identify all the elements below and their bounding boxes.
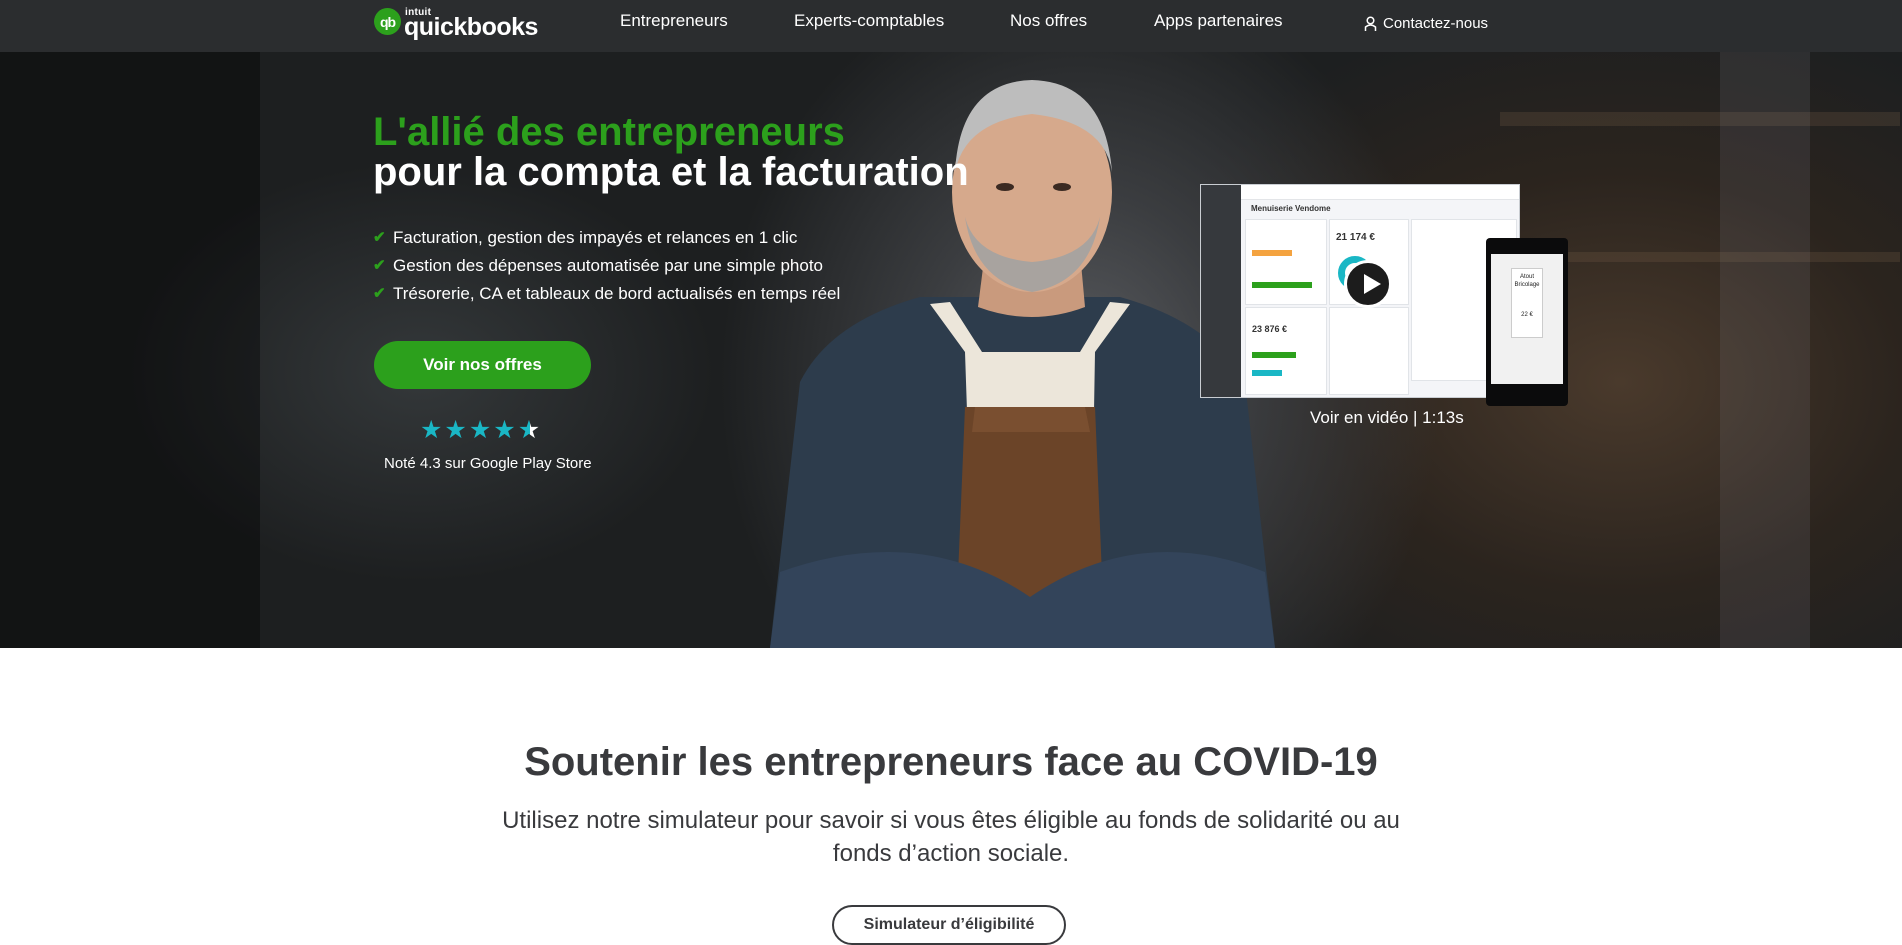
feature-item: ✔ Facturation, gestion des impayés et rel… bbox=[373, 224, 840, 252]
receipt-title: Atout Bricolage bbox=[1514, 274, 1540, 288]
receipt-image: Atout Bricolage 22 € bbox=[1511, 268, 1543, 338]
chart-bar bbox=[1252, 250, 1292, 256]
simulateur-eligibilite-button[interactable]: Simulateur d’éligibilité bbox=[832, 905, 1066, 945]
star-icon: ★ bbox=[493, 416, 516, 444]
phone-mockup: Atout Bricolage 22 € bbox=[1486, 238, 1568, 406]
qb-badge-icon: qb bbox=[374, 8, 401, 35]
hero-title-green: L'allié des entrepreneurs bbox=[373, 110, 845, 154]
feature-text: Trésorerie, CA et tableaux de bord actua… bbox=[393, 284, 841, 303]
dashboard-company: Menuiserie Vendome bbox=[1251, 204, 1331, 213]
checkmark-icon: ✔ bbox=[373, 229, 386, 246]
half-star-icon: ★ bbox=[517, 416, 541, 444]
feature-item: ✔ Gestion des dépenses automatisée par un… bbox=[373, 252, 840, 280]
rating-stars: ★ ★ ★ ★ ★ bbox=[420, 418, 540, 443]
receipt-amount: 22 € bbox=[1521, 312, 1533, 318]
feature-list: ✔ Facturation, gestion des impayés et rel… bbox=[373, 224, 840, 308]
phone-screen: Atout Bricolage 22 € bbox=[1491, 254, 1563, 384]
dashboard-card bbox=[1245, 219, 1327, 305]
contact-label: Contactez-nous bbox=[1383, 15, 1489, 32]
user-icon bbox=[1364, 15, 1377, 31]
chart-bar bbox=[1252, 370, 1282, 376]
contact-link[interactable]: Contactez-nous bbox=[1364, 15, 1488, 32]
quickbooks-logo[interactable]: qb intuit quickbooks bbox=[374, 7, 538, 43]
top-nav: qb intuit quickbooks Entrepreneurs Exper… bbox=[0, 0, 1902, 52]
feature-item: ✔ Trésorerie, CA et tableaux de bord actu… bbox=[373, 280, 840, 308]
dashboard-topbar bbox=[1241, 185, 1519, 200]
feature-text: Gestion des dépenses automatisée par une… bbox=[393, 256, 823, 275]
feature-text: Facturation, gestion des impayés et rela… bbox=[393, 228, 798, 247]
covid-section-text: Utilisez notre simulateur pour savoir si… bbox=[502, 807, 1400, 867]
chart-bar bbox=[1252, 352, 1296, 358]
checkmark-icon: ✔ bbox=[373, 285, 386, 302]
background-shade bbox=[0, 52, 260, 648]
chart-bar bbox=[1252, 282, 1312, 288]
star-icon: ★ bbox=[444, 416, 467, 444]
play-icon bbox=[1364, 274, 1381, 294]
star-icon: ★ bbox=[420, 416, 443, 444]
hero-title-white: pour la compta et la facturation bbox=[373, 150, 969, 194]
nav-link-experts-comptables[interactable]: Experts-comptables bbox=[794, 11, 944, 31]
nav-link-apps-partenaires[interactable]: Apps partenaires bbox=[1154, 11, 1283, 31]
card-amount: 21 174 € bbox=[1336, 232, 1375, 243]
dashboard-sidebar bbox=[1201, 185, 1241, 397]
background-shelf bbox=[1500, 112, 1900, 126]
nav-link-nos-offres[interactable]: Nos offres bbox=[1010, 11, 1087, 31]
checkmark-icon: ✔ bbox=[373, 257, 386, 274]
covid-section-title: Soutenir les entrepreneurs face au COVID… bbox=[524, 740, 1378, 784]
rating-text: Noté 4.3 sur Google Play Store bbox=[384, 455, 592, 472]
hero-section: L'allié des entrepreneurs pour la compta… bbox=[0, 52, 1902, 648]
background-cabinet bbox=[1720, 52, 1810, 648]
dashboard-card: 23 876 € bbox=[1245, 307, 1327, 395]
video-label[interactable]: Voir en vidéo | 1:13s bbox=[1310, 408, 1464, 428]
background-shelf bbox=[1520, 252, 1900, 262]
video-preview[interactable]: Menuiserie Vendome 21 174 € 23 876 € Ato… bbox=[1200, 184, 1570, 414]
voir-nos-offres-button[interactable]: Voir nos offres bbox=[374, 341, 591, 389]
dashboard-card bbox=[1329, 307, 1409, 395]
nav-link-entrepreneurs[interactable]: Entrepreneurs bbox=[620, 11, 728, 31]
play-button[interactable] bbox=[1344, 260, 1392, 308]
logo-name-text: quickbooks bbox=[404, 13, 538, 41]
card-amount: 23 876 € bbox=[1252, 324, 1288, 334]
star-icon: ★ bbox=[468, 416, 492, 444]
